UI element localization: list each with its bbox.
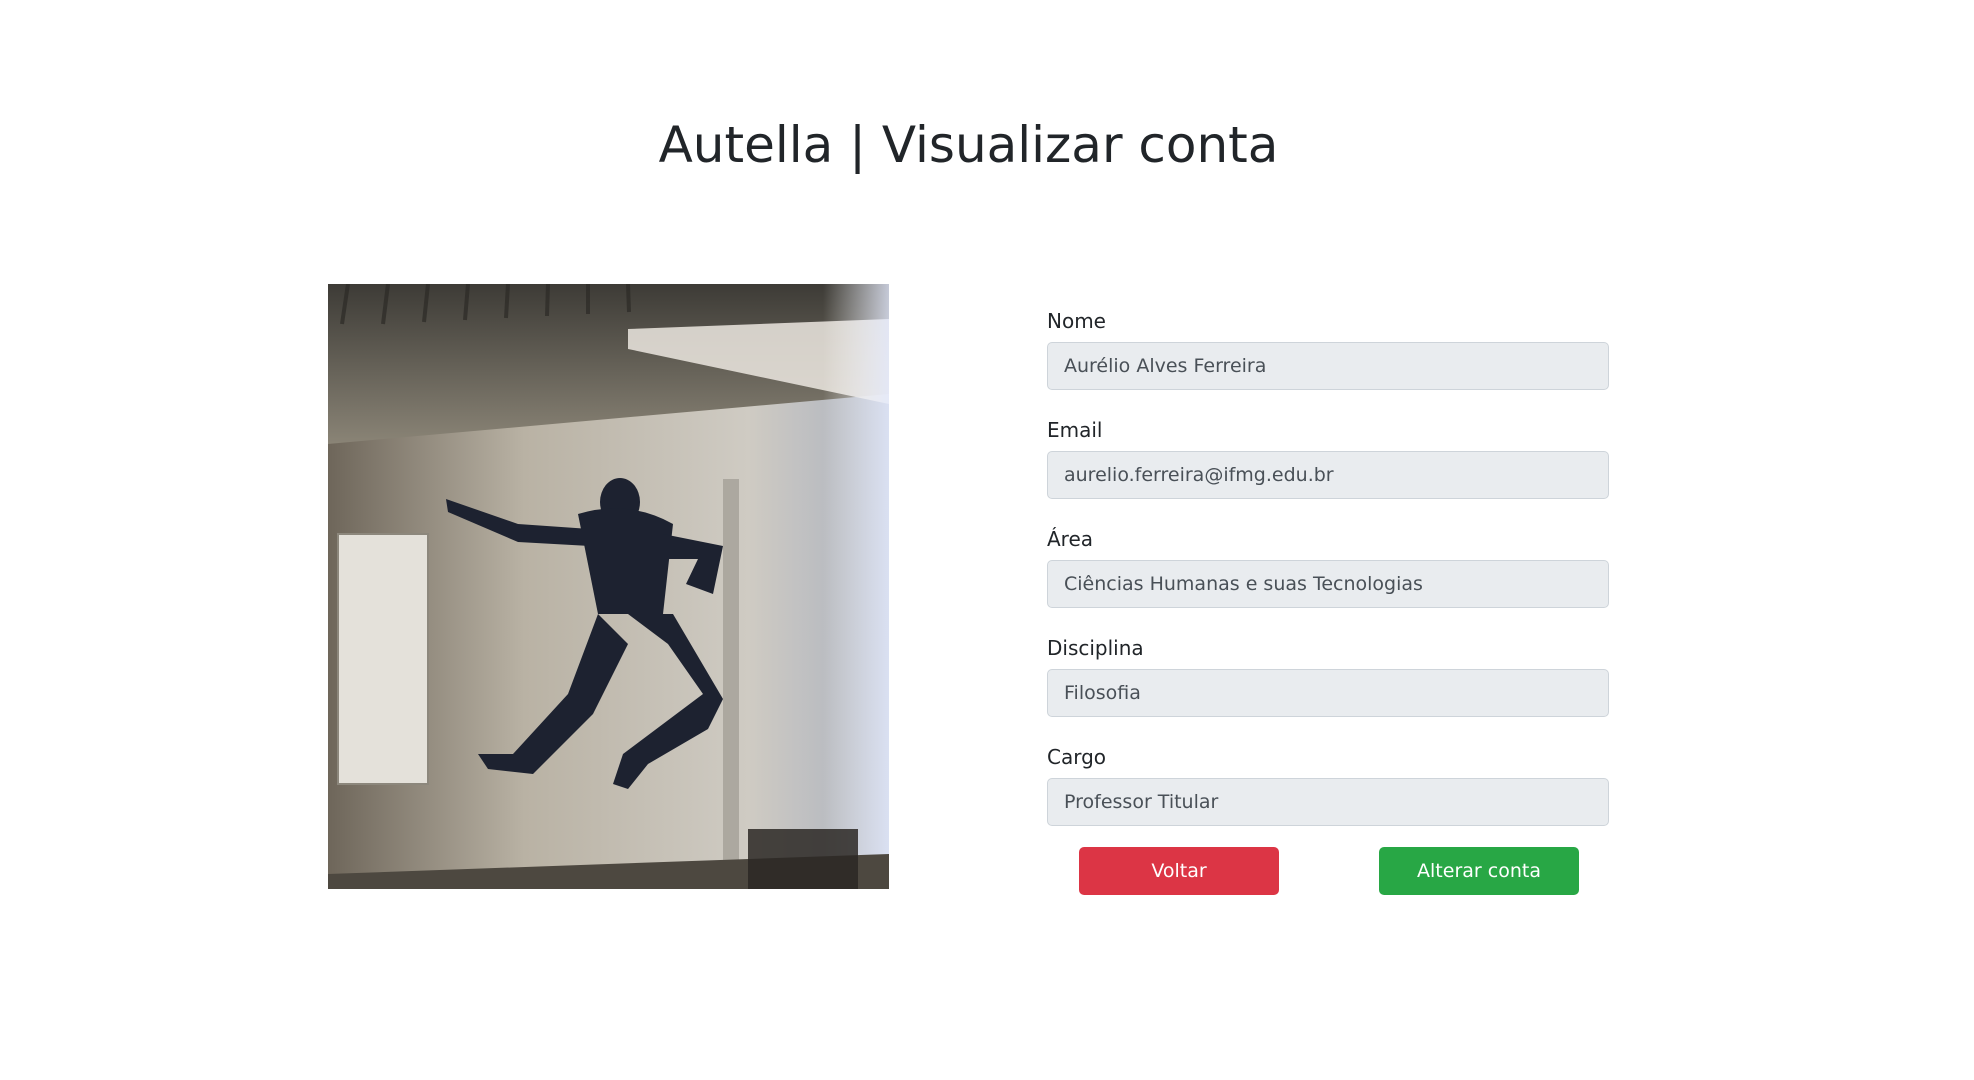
email-field[interactable]: aurelio.ferreira@ifmg.edu.br xyxy=(1047,451,1609,499)
nome-label: Nome xyxy=(1047,309,1106,333)
email-label: Email xyxy=(1047,418,1103,442)
cargo-label: Cargo xyxy=(1047,745,1107,769)
profile-photo xyxy=(328,284,889,889)
page-root: Autella | Visualizar conta Nome Aurélio … xyxy=(0,0,1974,1080)
field-disciplina: Disciplina Filosofia xyxy=(1047,627,1609,717)
field-area: Área Ciências Humanas e suas Tecnologias xyxy=(1047,518,1609,608)
nome-field[interactable]: Aurélio Alves Ferreira xyxy=(1047,342,1609,390)
page-title: Autella | Visualizar conta xyxy=(658,116,1279,174)
cargo-field[interactable]: Professor Titular xyxy=(1047,778,1609,826)
field-email: Email aurelio.ferreira@ifmg.edu.br xyxy=(1047,409,1609,499)
field-cargo: Cargo Professor Titular xyxy=(1047,736,1609,826)
back-button[interactable]: Voltar xyxy=(1079,847,1279,895)
account-form: Nome Aurélio Alves Ferreira Email aureli… xyxy=(1047,300,1609,845)
disciplina-label: Disciplina xyxy=(1047,636,1144,660)
field-nome: Nome Aurélio Alves Ferreira xyxy=(1047,300,1609,390)
form-actions: Voltar Alterar conta xyxy=(1047,847,1609,895)
edit-account-button[interactable]: Alterar conta xyxy=(1379,847,1579,895)
disciplina-field[interactable]: Filosofia xyxy=(1047,669,1609,717)
area-label: Área xyxy=(1047,527,1094,551)
area-field[interactable]: Ciências Humanas e suas Tecnologias xyxy=(1047,560,1609,608)
